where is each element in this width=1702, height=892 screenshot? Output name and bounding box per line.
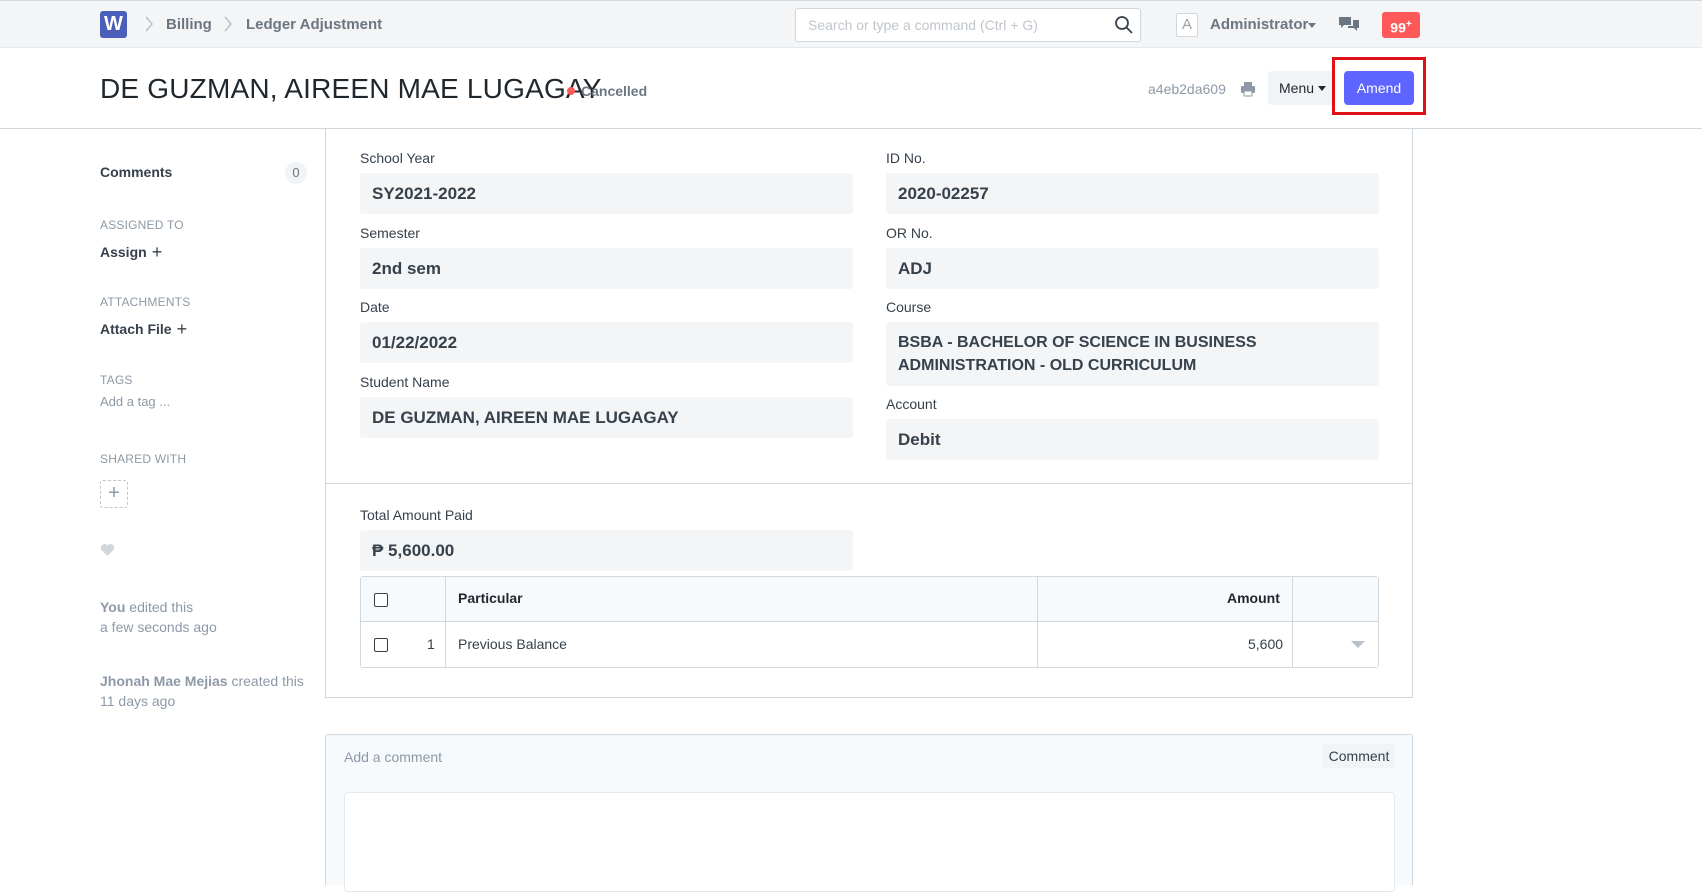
add-share-button[interactable]: + <box>100 480 128 508</box>
column-header-particular: Particular <box>458 590 523 606</box>
attach-file-label: Attach File <box>100 321 172 337</box>
account-label: Account <box>886 396 937 412</box>
particulars-table: Particular Amount 1 Previous Balance 5,6… <box>360 576 1379 668</box>
row-checkbox[interactable] <box>374 638 388 652</box>
course-field[interactable]: BSBA - BACHELOR OF SCIENCE IN BUSINESS A… <box>886 322 1379 386</box>
document-name[interactable]: a4eb2da609 <box>1148 81 1226 97</box>
timeline-time: 11 days ago <box>100 693 176 709</box>
particular-cell[interactable]: Previous Balance <box>458 636 567 652</box>
comment-placeholder: Add a comment <box>344 749 443 765</box>
assign-label: Assign <box>100 244 147 260</box>
student-name-field[interactable]: DE GUZMAN, AIREEN MAE LUGAGAY <box>360 397 853 438</box>
breadcrumb-ledger-adjustment[interactable]: Ledger Adjustment <box>246 16 382 33</box>
amend-button[interactable]: Amend <box>1344 71 1414 105</box>
chevron-right-icon <box>145 16 153 32</box>
status-indicator <box>567 87 575 95</box>
plus-icon: + <box>151 242 163 262</box>
breadcrumb-billing[interactable]: Billing <box>166 16 212 33</box>
search-bar <box>795 8 1141 42</box>
comment-button[interactable]: Comment <box>1323 744 1395 768</box>
add-tag-input[interactable]: Add a tag ... <box>100 394 170 409</box>
caret-down-icon <box>1318 86 1326 91</box>
navbar: W Billing Ledger Adjustment A Administra… <box>0 0 1702 48</box>
or-no-field[interactable]: ADJ <box>886 248 1379 289</box>
status-badge: Cancelled <box>581 83 648 99</box>
date-field[interactable]: 01/22/2022 <box>360 322 853 363</box>
column-divider <box>445 577 446 667</box>
course-label: Course <box>886 299 932 315</box>
column-header-amount: Amount <box>1227 590 1280 606</box>
notification-suffix: + <box>1405 19 1412 30</box>
semester-label: Semester <box>360 225 420 241</box>
total-amount-label: Total Amount Paid <box>360 507 473 523</box>
tags-label: TAGS <box>100 373 133 387</box>
or-no-label: OR No. <box>886 225 933 241</box>
table-row[interactable]: 1 Previous Balance 5,600 <box>361 622 1378 667</box>
school-year-field[interactable]: SY2021-2022 <box>360 173 853 214</box>
notification-badge[interactable]: 99+ <box>1382 12 1420 38</box>
search-icon[interactable] <box>1114 15 1134 35</box>
column-divider <box>1292 577 1293 667</box>
row-index: 1 <box>427 636 435 652</box>
assign-button[interactable]: Assign + <box>100 241 162 262</box>
caret-down-icon[interactable] <box>1308 23 1316 28</box>
timeline-action: created this <box>227 673 304 689</box>
total-amount-field[interactable]: ₱ 5,600.00 <box>360 530 853 571</box>
menu-label: Menu <box>1279 80 1315 96</box>
comments-count: 0 <box>285 162 307 184</box>
attachments-label: ATTACHMENTS <box>100 295 191 309</box>
form-body: School Year SY2021-2022 Semester 2nd sem… <box>325 129 1413 698</box>
search-input[interactable] <box>796 9 1106 41</box>
page-title: DE GUZMAN, AIREEN MAE LUGAGAY <box>100 73 602 104</box>
select-all-checkbox[interactable] <box>374 593 388 607</box>
user-menu[interactable]: Administrator <box>1210 16 1308 33</box>
sidebar-comments-link[interactable]: Comments <box>100 164 172 180</box>
table-header: Particular Amount <box>361 577 1378 622</box>
notification-count: 99 <box>1390 19 1406 36</box>
school-year-label: School Year <box>360 150 435 166</box>
section-divider <box>326 483 1412 484</box>
student-name-label: Student Name <box>360 374 450 390</box>
column-divider <box>1037 577 1038 667</box>
id-no-label: ID No. <box>886 150 926 166</box>
timeline-item: Jhonah Mae Mejias created this 11 days a… <box>100 671 310 711</box>
shared-with-label: SHARED WITH <box>100 452 187 466</box>
id-no-field[interactable]: 2020-02257 <box>886 173 1379 214</box>
page-head: DE GUZMAN, AIREEN MAE LUGAGAY Cancelled … <box>0 48 1702 129</box>
timeline-actor[interactable]: Jhonah Mae Mejias <box>100 673 228 689</box>
account-field[interactable]: Debit <box>886 419 1379 460</box>
comment-box: Add a comment Comment <box>325 734 1413 892</box>
amount-cell[interactable]: 5,600 <box>1248 636 1283 652</box>
timeline-action: edited this <box>125 599 194 615</box>
avatar[interactable]: A <box>1176 13 1198 37</box>
row-expand-icon[interactable] <box>1351 641 1365 648</box>
comment-input[interactable] <box>344 792 1395 892</box>
menu-button[interactable]: Menu <box>1268 71 1334 105</box>
heart-icon[interactable] <box>100 543 115 557</box>
chevron-right-icon <box>224 16 232 32</box>
print-icon[interactable] <box>1240 81 1256 97</box>
attach-file-button[interactable]: Attach File + <box>100 318 187 339</box>
chat-icon[interactable] <box>1338 15 1360 35</box>
date-label: Date <box>360 299 390 315</box>
semester-field[interactable]: 2nd sem <box>360 248 853 289</box>
plus-icon: + <box>176 319 188 339</box>
app-logo[interactable]: W <box>100 11 127 38</box>
timeline-item: You edited this a few seconds ago <box>100 597 310 637</box>
assigned-to-label: ASSIGNED TO <box>100 218 184 232</box>
timeline-time: a few seconds ago <box>100 619 217 635</box>
timeline-actor: You <box>100 599 126 615</box>
